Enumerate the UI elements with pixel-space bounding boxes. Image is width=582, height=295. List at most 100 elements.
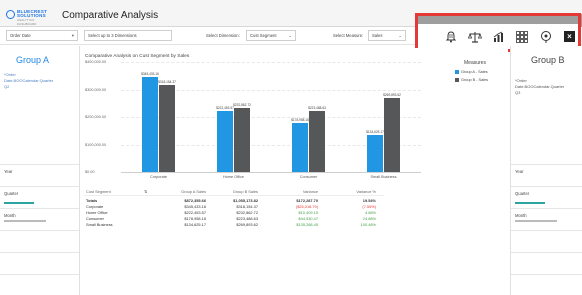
quarter-filter-a[interactable]: Quarter — [0, 186, 79, 200]
bar-group-a[interactable] — [141, 77, 158, 172]
variance-table — [83, 186, 508, 256]
table-cell: $1,055,173.82 — [233, 198, 258, 203]
pin-settings-icon[interactable] — [539, 30, 553, 44]
bar-data-label: $318,154.37 — [158, 79, 176, 84]
table-cell: $134,625.17 — [184, 222, 206, 227]
table-cell: $232,862.72 — [236, 210, 258, 215]
legend-label: Group A - Sales — [461, 70, 488, 74]
page-title: Comparative Analysis — [62, 10, 159, 21]
bar-data-label: $134,625.17 — [366, 129, 384, 134]
dimension-dropdown[interactable]: Cust Segment ⌄ — [246, 30, 296, 41]
filter-slot-b-1 — [511, 230, 582, 244]
filter-slot-b-2 — [511, 252, 582, 266]
chevron-down-icon: ⌄ — [398, 33, 402, 38]
legend-item[interactable]: Group A - Sales — [455, 70, 488, 74]
bar-data-label: $178,958.16 — [291, 117, 309, 122]
table-cell: Small Business — [86, 222, 113, 227]
quarter-label: Quarter — [4, 191, 19, 196]
dimensions-picker[interactable]: Select up to 3 Dimensions — [84, 30, 172, 41]
y-tick-label: $200,000.00 — [85, 115, 107, 119]
bar-group-a[interactable] — [366, 134, 383, 172]
table-cell: $135,268.45 — [296, 222, 318, 227]
select-dimension-label: Select Dimension: — [206, 33, 240, 38]
category-label: Consumer — [299, 175, 318, 179]
legend-title: Measures — [464, 60, 486, 66]
quarter-label: Quarter — [515, 191, 530, 196]
bar-data-label: $269,893.62 — [383, 92, 401, 97]
table-header-cell: Group A Sales — [181, 189, 206, 194]
group-a-title: Group A — [16, 55, 50, 65]
table-cell: $872,355.66 — [184, 198, 206, 203]
bar-group-b[interactable] — [308, 110, 325, 172]
order-date-dropdown[interactable]: Order Date ▾ — [6, 30, 78, 41]
bar-group-b[interactable] — [158, 84, 175, 172]
chart-title: Comparative Analysis on Cust Segment by … — [85, 54, 190, 59]
bar-data-label: $345,433.16 — [141, 72, 159, 76]
bar-data-label: $222,453.57 — [216, 105, 234, 110]
table-cell: $318,154.37 — [236, 204, 258, 209]
year-filter-b[interactable]: Year — [511, 164, 582, 178]
table-cell: Totals — [86, 198, 98, 203]
year-filter-a[interactable]: Year — [0, 164, 79, 178]
table-header-cell: Group B Sales — [232, 189, 258, 194]
year-label: Year — [515, 169, 524, 174]
month-selection-indicator — [515, 220, 557, 222]
bar-group-a[interactable] — [291, 122, 308, 172]
group-a-panel: Group A *Order Date.BOOCalendar.Quarter … — [0, 46, 80, 295]
bar-group-b[interactable] — [233, 107, 250, 172]
bell-settings-icon[interactable] — [444, 30, 458, 44]
dimension-value: Cust Segment — [250, 33, 277, 38]
table-cell: Corporate — [86, 204, 104, 209]
table-cell: Consumer — [86, 216, 104, 221]
group-a-selection-2: Date.BOOCalendar.Quarter — [4, 78, 54, 83]
bar-group-b[interactable] — [383, 97, 400, 172]
table-cell: $269,893.62 — [236, 222, 258, 227]
table-cell: $223,488.63 — [236, 216, 258, 221]
bar-data-label: $232,862.72 — [233, 102, 251, 107]
table-cell: $178,958.16 — [184, 216, 206, 221]
table-cell: $44,530.47 — [298, 216, 318, 221]
table-cell: $172,287.70 — [296, 198, 318, 203]
legend-swatch — [455, 70, 459, 74]
filter-slot-b-3 — [511, 274, 582, 288]
table-cell: 24.88% — [362, 216, 376, 221]
table-cell: (7.55%) — [362, 204, 376, 209]
year-label: Year — [4, 169, 13, 174]
legend-item[interactable]: Group B - Sales — [455, 78, 488, 82]
measure-value: Sales — [372, 33, 383, 38]
bar-chart-icon[interactable] — [492, 30, 506, 44]
table-cell: ($25,018.79) — [295, 204, 318, 209]
legend-label: Group B - Sales — [461, 78, 489, 82]
group-b-selection-2: Date.BOOCalendar.Quarter — [515, 84, 565, 89]
quarter-selection-indicator — [515, 202, 545, 204]
table-cell: $222,453.57 — [184, 210, 206, 215]
grid-icon[interactable] — [515, 30, 529, 44]
table-header-divider — [84, 195, 384, 196]
table-cell: $10,409.15 — [298, 210, 318, 215]
table-cell: $345,433.16 — [184, 204, 206, 209]
filter-slot-a-3 — [0, 274, 79, 288]
logo-mark-icon — [6, 10, 15, 19]
group-b-panel: Group B *Order Date.BOOCalendar.Quarter … — [510, 46, 582, 295]
group-b-selection-3: Q3 — [515, 90, 521, 95]
bar-data-label: $223,488.63 — [308, 105, 326, 110]
x-axis — [121, 172, 421, 173]
table-header-cell: Variance — [302, 189, 318, 194]
month-selection-indicator — [4, 220, 46, 222]
table-cell: Home Office — [86, 210, 108, 215]
group-a-selection-3: Q2 — [4, 84, 10, 89]
bar-group-a[interactable] — [216, 110, 233, 172]
toolbar-strip-inner — [418, 16, 578, 24]
category-label: Corporate — [150, 175, 167, 179]
measure-dropdown[interactable]: Sales ⌄ — [368, 30, 406, 41]
table-cell: 4.68% — [364, 210, 376, 215]
close-button[interactable]: × — [564, 31, 575, 42]
dimensions-placeholder: Select up to 3 Dimensions — [88, 33, 137, 38]
balance-scale-icon[interactable] — [468, 30, 482, 44]
quarter-filter-b[interactable]: Quarter — [511, 186, 582, 200]
month-label: Month — [515, 213, 527, 218]
category-label: Small Business — [370, 175, 397, 179]
chevron-down-icon: ⌄ — [288, 33, 292, 38]
quarter-selection-indicator — [4, 202, 34, 204]
sort-icon[interactable]: ⇅ — [144, 189, 147, 194]
